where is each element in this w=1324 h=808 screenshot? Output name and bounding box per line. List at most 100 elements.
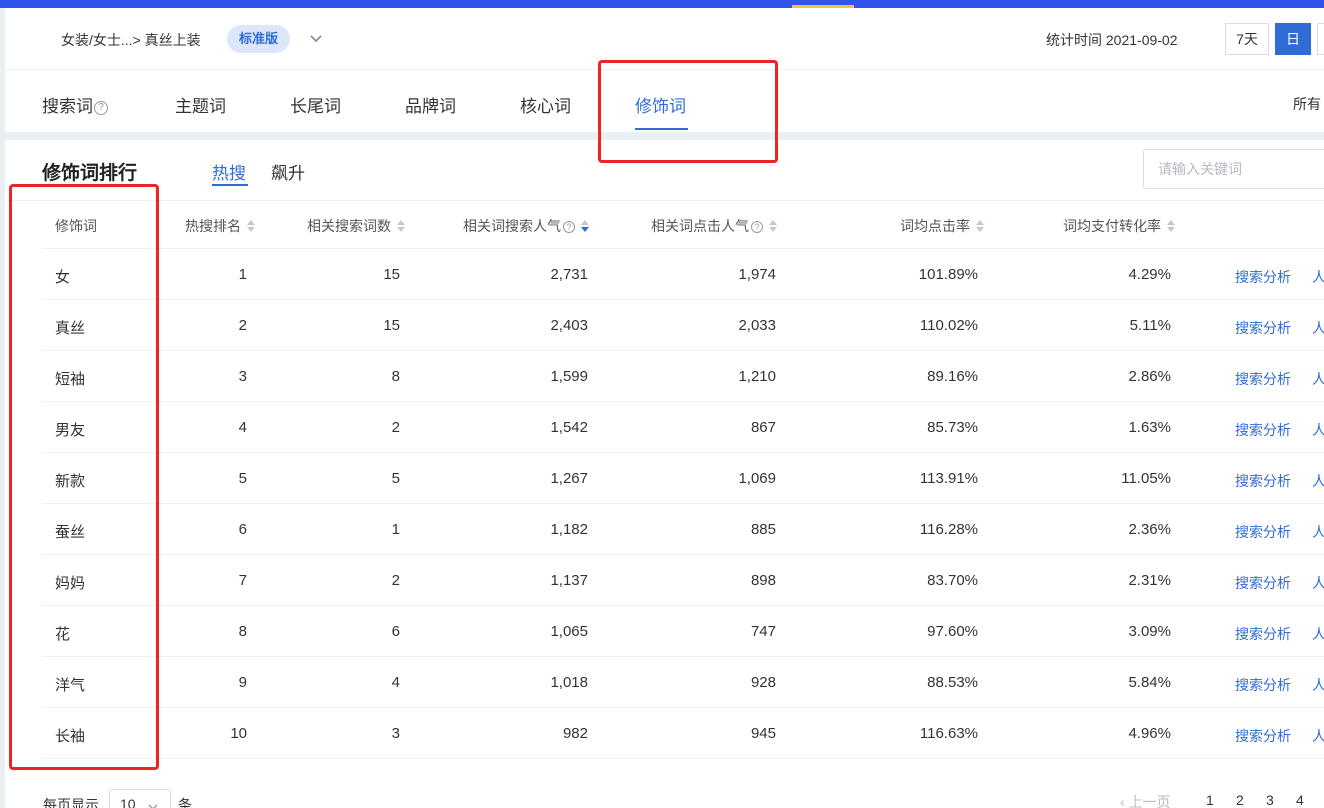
crowd-analysis-link[interactable]: 人 bbox=[1312, 420, 1324, 440]
subtab-rising[interactable]: 飙升 bbox=[271, 159, 305, 184]
col-header-ctr[interactable]: 词均点击率 bbox=[900, 216, 984, 236]
search-analysis-link[interactable]: 搜索分析 bbox=[1235, 420, 1291, 440]
search-analysis-link[interactable]: 搜索分析 bbox=[1235, 624, 1291, 644]
sort-desc-icon[interactable] bbox=[581, 220, 589, 232]
keyword-search-input[interactable] bbox=[1143, 149, 1324, 189]
cell-value: 1 bbox=[238, 266, 247, 283]
subtab-underline bbox=[212, 184, 248, 186]
crowd-analysis-link[interactable]: 人 bbox=[1312, 471, 1324, 491]
edition-badge[interactable]: 标准版 bbox=[227, 25, 291, 53]
page-2[interactable]: 2 bbox=[1236, 792, 1244, 808]
search-analysis-link[interactable]: 搜索分析 bbox=[1235, 573, 1291, 593]
header-row: 女装/女士...> 真丝上装 标准版 统计时间 2021-09-02 7天 日 bbox=[5, 8, 1324, 70]
cell-value: 2.36% bbox=[1128, 521, 1171, 538]
col-header-word-count[interactable]: 相关搜索词数 bbox=[307, 216, 405, 236]
tab-core-word[interactable]: 核心词 bbox=[520, 92, 571, 117]
cell-value: 2 bbox=[391, 419, 400, 436]
row-divider bbox=[42, 299, 1324, 300]
cell-value: 3.09% bbox=[1128, 623, 1171, 640]
cell-value: 113.91% bbox=[919, 470, 978, 487]
prev-page-button[interactable]: ‹ 上一页 bbox=[1120, 792, 1171, 808]
ranking-card: 修饰词排行 热搜 飙升 修饰词 热搜排名 相关搜索词数 相关词搜索人气? 相关词… bbox=[5, 140, 1324, 808]
range-7d-button[interactable]: 7天 bbox=[1225, 23, 1269, 55]
sort-icon[interactable] bbox=[1167, 220, 1175, 232]
sort-icon[interactable] bbox=[769, 220, 777, 232]
all-filter[interactable]: 所有 bbox=[1293, 94, 1321, 114]
cell-value: 1,182 bbox=[550, 521, 588, 538]
cell-value: 1,210 bbox=[738, 368, 776, 385]
crowd-analysis-link[interactable]: 人 bbox=[1312, 369, 1324, 389]
section-title: 修饰词排行 bbox=[42, 163, 138, 184]
tab-brand-word[interactable]: 品牌词 bbox=[405, 92, 456, 117]
cell-modifier: 蚕丝 bbox=[55, 524, 86, 541]
cell-value: 116.63% bbox=[919, 725, 978, 742]
search-analysis-link[interactable]: 搜索分析 bbox=[1235, 318, 1291, 338]
per-page-select[interactable]: 10 bbox=[109, 789, 171, 808]
search-analysis-link[interactable]: 搜索分析 bbox=[1235, 675, 1291, 695]
help-icon[interactable]: ? bbox=[94, 101, 108, 115]
cell-value: 8 bbox=[391, 368, 400, 385]
col-header-conversion[interactable]: 词均支付转化率 bbox=[1063, 216, 1175, 236]
cell-modifier: 真丝 bbox=[55, 320, 86, 337]
crowd-analysis-link[interactable]: 人 bbox=[1312, 573, 1324, 593]
help-icon[interactable]: ? bbox=[751, 221, 763, 233]
crowd-analysis-link[interactable]: 人 bbox=[1312, 675, 1324, 695]
cell-value: 898 bbox=[750, 572, 776, 589]
col-label: 词均点击率 bbox=[900, 218, 970, 234]
breadcrumb[interactable]: 女装/女士...> 真丝上装 bbox=[61, 30, 201, 50]
range-more-button[interactable] bbox=[1317, 23, 1324, 55]
stat-time: 统计时间 2021-09-02 bbox=[1046, 32, 1178, 48]
col-label: 词均支付转化率 bbox=[1063, 218, 1161, 234]
col-header-search-popularity[interactable]: 相关词搜索人气? bbox=[463, 216, 589, 236]
page-3[interactable]: 3 bbox=[1266, 792, 1274, 808]
search-analysis-link[interactable]: 搜索分析 bbox=[1235, 726, 1291, 746]
cell-value: 88.53% bbox=[927, 674, 978, 691]
col-label: 相关搜索词数 bbox=[307, 218, 391, 234]
crowd-analysis-link[interactable]: 人 bbox=[1312, 726, 1324, 746]
cell-value: 8 bbox=[238, 623, 247, 640]
help-icon[interactable]: ? bbox=[563, 221, 575, 233]
search-analysis-link[interactable]: 搜索分析 bbox=[1235, 369, 1291, 389]
chevron-down-icon[interactable] bbox=[307, 28, 325, 48]
crowd-analysis-link[interactable]: 人 bbox=[1312, 318, 1324, 338]
crowd-analysis-link[interactable]: 人 bbox=[1312, 522, 1324, 542]
cell-value: 1,018 bbox=[550, 674, 588, 691]
crowd-analysis-link[interactable]: 人 bbox=[1312, 624, 1324, 644]
cell-value: 867 bbox=[750, 419, 776, 436]
tab-search-word[interactable]: 搜索词? bbox=[42, 92, 108, 117]
cell-value: 1,599 bbox=[550, 368, 588, 385]
cell-modifier: 女 bbox=[55, 269, 71, 286]
col-label: 相关词点击人气 bbox=[651, 218, 749, 234]
row-divider bbox=[42, 707, 1324, 708]
subtab-hot[interactable]: 热搜 bbox=[212, 159, 246, 184]
crowd-analysis-link[interactable]: 人 bbox=[1312, 267, 1324, 287]
tab-modifier-word[interactable]: 修饰词 bbox=[635, 92, 686, 117]
cell-value: 2,731 bbox=[550, 266, 588, 283]
prev-label: 上一页 bbox=[1128, 794, 1171, 808]
search-analysis-link[interactable]: 搜索分析 bbox=[1235, 267, 1291, 287]
section-divider bbox=[5, 200, 1324, 201]
col-header-click-popularity[interactable]: 相关词点击人气? bbox=[651, 216, 777, 236]
cell-value: 5.84% bbox=[1128, 674, 1171, 691]
tab-theme-word[interactable]: 主题词 bbox=[175, 92, 226, 117]
cell-modifier: 新款 bbox=[55, 473, 86, 490]
search-analysis-link[interactable]: 搜索分析 bbox=[1235, 471, 1291, 491]
cell-value: 2.86% bbox=[1128, 368, 1171, 385]
col-header-rank[interactable]: 热搜排名 bbox=[185, 216, 255, 236]
search-analysis-link[interactable]: 搜索分析 bbox=[1235, 522, 1291, 542]
cell-value: 2 bbox=[238, 317, 247, 334]
cell-value: 2,403 bbox=[550, 317, 588, 334]
active-tab-underline bbox=[635, 128, 688, 130]
cell-value: 116.28% bbox=[919, 521, 978, 538]
range-day-button[interactable]: 日 bbox=[1275, 23, 1311, 55]
page-1[interactable]: 1 bbox=[1206, 792, 1214, 808]
tab-longtail-word[interactable]: 长尾词 bbox=[290, 92, 341, 117]
cell-value: 2,033 bbox=[738, 317, 776, 334]
cell-value: 4.29% bbox=[1128, 266, 1171, 283]
cell-value: 1,137 bbox=[550, 572, 588, 589]
sort-icon[interactable] bbox=[397, 220, 405, 232]
sort-icon[interactable] bbox=[976, 220, 984, 232]
cell-value: 945 bbox=[750, 725, 776, 742]
page-4[interactable]: 4 bbox=[1296, 792, 1304, 808]
sort-icon[interactable] bbox=[247, 220, 255, 232]
